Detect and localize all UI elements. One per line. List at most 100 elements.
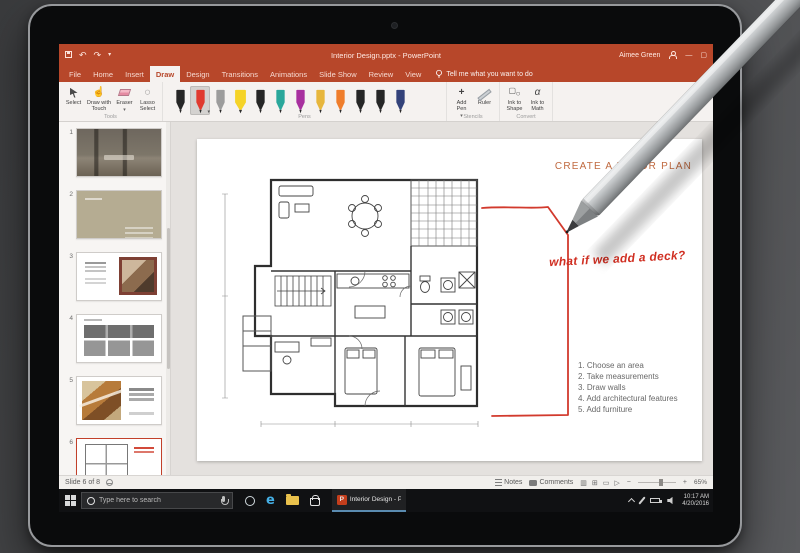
ribbon-tab[interactable]: Home — [87, 66, 119, 82]
select-button[interactable]: Select — [62, 84, 85, 106]
pen-swatch[interactable]: ▾ — [190, 86, 210, 115]
ink-to-shape-button[interactable]: ▢ ○ Ink to Shape — [503, 84, 526, 113]
slide-thumbnail[interactable]: 2 — [65, 190, 164, 239]
ribbon-tab[interactable]: Slide Show — [313, 66, 363, 82]
ribbon-tab[interactable]: Insert — [119, 66, 150, 82]
thumbnail-preview[interactable] — [76, 128, 162, 177]
system-tray: 10:17 AM 4/20/2016 — [628, 494, 713, 508]
pen-status-icon[interactable] — [638, 496, 646, 505]
pen-swatch[interactable] — [390, 86, 410, 115]
pen-swatch[interactable] — [310, 86, 330, 115]
pen-swatch[interactable] — [170, 86, 190, 115]
minimize-icon[interactable]: — — [685, 52, 692, 59]
ribbon-tab[interactable]: Design — [180, 66, 215, 82]
zoom-slider[interactable] — [637, 479, 676, 487]
thumbnail-preview[interactable] — [76, 190, 162, 239]
pen-icon — [315, 89, 325, 114]
taskbar-clock[interactable]: 10:17 AM 4/20/2016 — [682, 494, 709, 508]
slide-thumbnail[interactable]: 1 — [65, 128, 164, 177]
ink-to-math-button[interactable]: α Ink to Math — [526, 84, 549, 112]
zoom-slider-knob[interactable] — [658, 479, 663, 487]
volume-icon[interactable] — [667, 496, 673, 505]
zoom-out-button[interactable]: − — [627, 479, 631, 486]
share-icon[interactable] — [668, 51, 678, 59]
pen-icon — [275, 89, 285, 114]
ribbon-tab[interactable]: Transitions — [216, 66, 264, 82]
search-input[interactable] — [99, 497, 216, 504]
start-button[interactable] — [59, 489, 81, 512]
powerpoint-taskbar-button[interactable]: P Interior Design - P... — [331, 489, 406, 512]
slide-thumbnail[interactable]: 5 — [65, 376, 164, 425]
file-explorer-icon[interactable] — [285, 494, 299, 505]
pen-swatch[interactable] — [370, 86, 390, 115]
pen-swatch[interactable] — [290, 86, 310, 115]
battery-icon[interactable] — [650, 498, 662, 503]
thumbnail-art-layer — [84, 443, 129, 475]
powerpoint-window-label: Interior Design - P... — [349, 496, 401, 503]
slide[interactable]: CREATE A FLOOR PLAN what if we add a dec… — [197, 139, 702, 461]
eraser-icon — [117, 86, 132, 99]
pen-swatch[interactable] — [350, 86, 370, 115]
tell-me-box[interactable]: Tell me what you want to do — [435, 66, 533, 82]
comments-toggle[interactable]: Comments — [529, 479, 573, 486]
restore-icon[interactable]: ▢ — [700, 51, 707, 59]
status-bar-right: Notes Comments ▥ ⊞ ▭ ▷ − + 65% — [495, 479, 707, 487]
zoom-in-button[interactable]: + — [683, 479, 687, 486]
ribbon-tab[interactable]: View — [399, 66, 427, 82]
view-button[interactable]: ▥ — [580, 479, 587, 487]
microphone-icon[interactable] — [220, 495, 229, 506]
undo-icon[interactable]: ↶ — [79, 50, 87, 60]
slide-thumbnail[interactable]: 4 — [65, 314, 164, 363]
ribbon-tab[interactable]: Review — [363, 66, 400, 82]
redo-icon[interactable]: ↷ — [94, 50, 102, 60]
pen-icon — [255, 89, 265, 114]
save-icon[interactable] — [65, 50, 72, 60]
slide-thumbnail[interactable]: 3 — [65, 252, 164, 301]
pen-swatch[interactable] — [330, 86, 350, 115]
view-button[interactable]: ▷ — [614, 479, 619, 487]
pen-swatch[interactable] — [250, 86, 270, 115]
slide-thumbnails-panel: 1 2 3 4 5 6 — [59, 122, 171, 475]
cortana-ring-icon — [87, 496, 95, 505]
notes-icon — [495, 479, 503, 486]
store-icon[interactable] — [309, 495, 320, 506]
cortana-icon[interactable] — [245, 495, 255, 506]
ink-to-math-icon: α — [534, 87, 541, 98]
slide-number: 3 — [69, 253, 73, 260]
thumbnail-scrollbar[interactable] — [166, 122, 170, 475]
taskbar-search[interactable] — [81, 492, 233, 509]
lasso-select-button[interactable]: ◌ Lasso Select — [136, 84, 159, 112]
ribbon-tab[interactable]: Animations — [264, 66, 313, 82]
pen-icon — [375, 89, 385, 114]
edge-browser-icon[interactable]: e — [266, 494, 275, 507]
slide-number: 2 — [69, 191, 73, 198]
thumbnail-preview[interactable] — [76, 376, 162, 425]
pen-swatch[interactable] — [210, 86, 230, 115]
ruler-button[interactable]: Ruler — [473, 84, 496, 106]
pen-icon — [234, 89, 246, 114]
tools-group-label: Tools — [104, 114, 117, 120]
draw-with-touch-button[interactable]: ☝ Draw with Touch — [85, 84, 113, 112]
slide-thumbnail[interactable]: 6 — [65, 438, 164, 475]
eraser-dropdown-icon[interactable]: ▾ — [123, 107, 126, 113]
view-button[interactable]: ▭ — [603, 479, 610, 487]
step-item: 2. Take measurements — [578, 372, 659, 381]
thumbnail-preview[interactable] — [76, 252, 162, 301]
ribbon: Select ☝ Draw with Touch Eraser ▾ ◌ Lass… — [59, 82, 713, 122]
zoom-level[interactable]: 65% — [694, 479, 707, 486]
thumbnail-preview[interactable] — [76, 438, 162, 475]
pen-swatch[interactable] — [230, 86, 250, 115]
eraser-button[interactable]: Eraser ▾ — [113, 84, 136, 113]
ribbon-tab[interactable]: Draw — [149, 66, 181, 82]
notes-toggle[interactable]: Notes — [495, 479, 522, 486]
qat-customize-icon[interactable]: ▾ — [108, 52, 111, 58]
hidden-icons-chevron[interactable] — [628, 497, 636, 506]
ribbon-group-stencils: + Add Pen ▾ Ruler Stencils — [447, 82, 500, 121]
pen-swatch[interactable] — [270, 86, 290, 115]
language-icon[interactable] — [106, 479, 114, 486]
ribbon-tab[interactable]: File — [63, 66, 87, 82]
thumbnail-preview[interactable] — [76, 314, 162, 363]
tablet-screen: ↶ ↷ ▾ Interior Design.pptx - PowerPoint … — [59, 44, 713, 512]
convert-group-label: Convert — [516, 114, 536, 120]
view-button[interactable]: ⊞ — [592, 479, 598, 487]
